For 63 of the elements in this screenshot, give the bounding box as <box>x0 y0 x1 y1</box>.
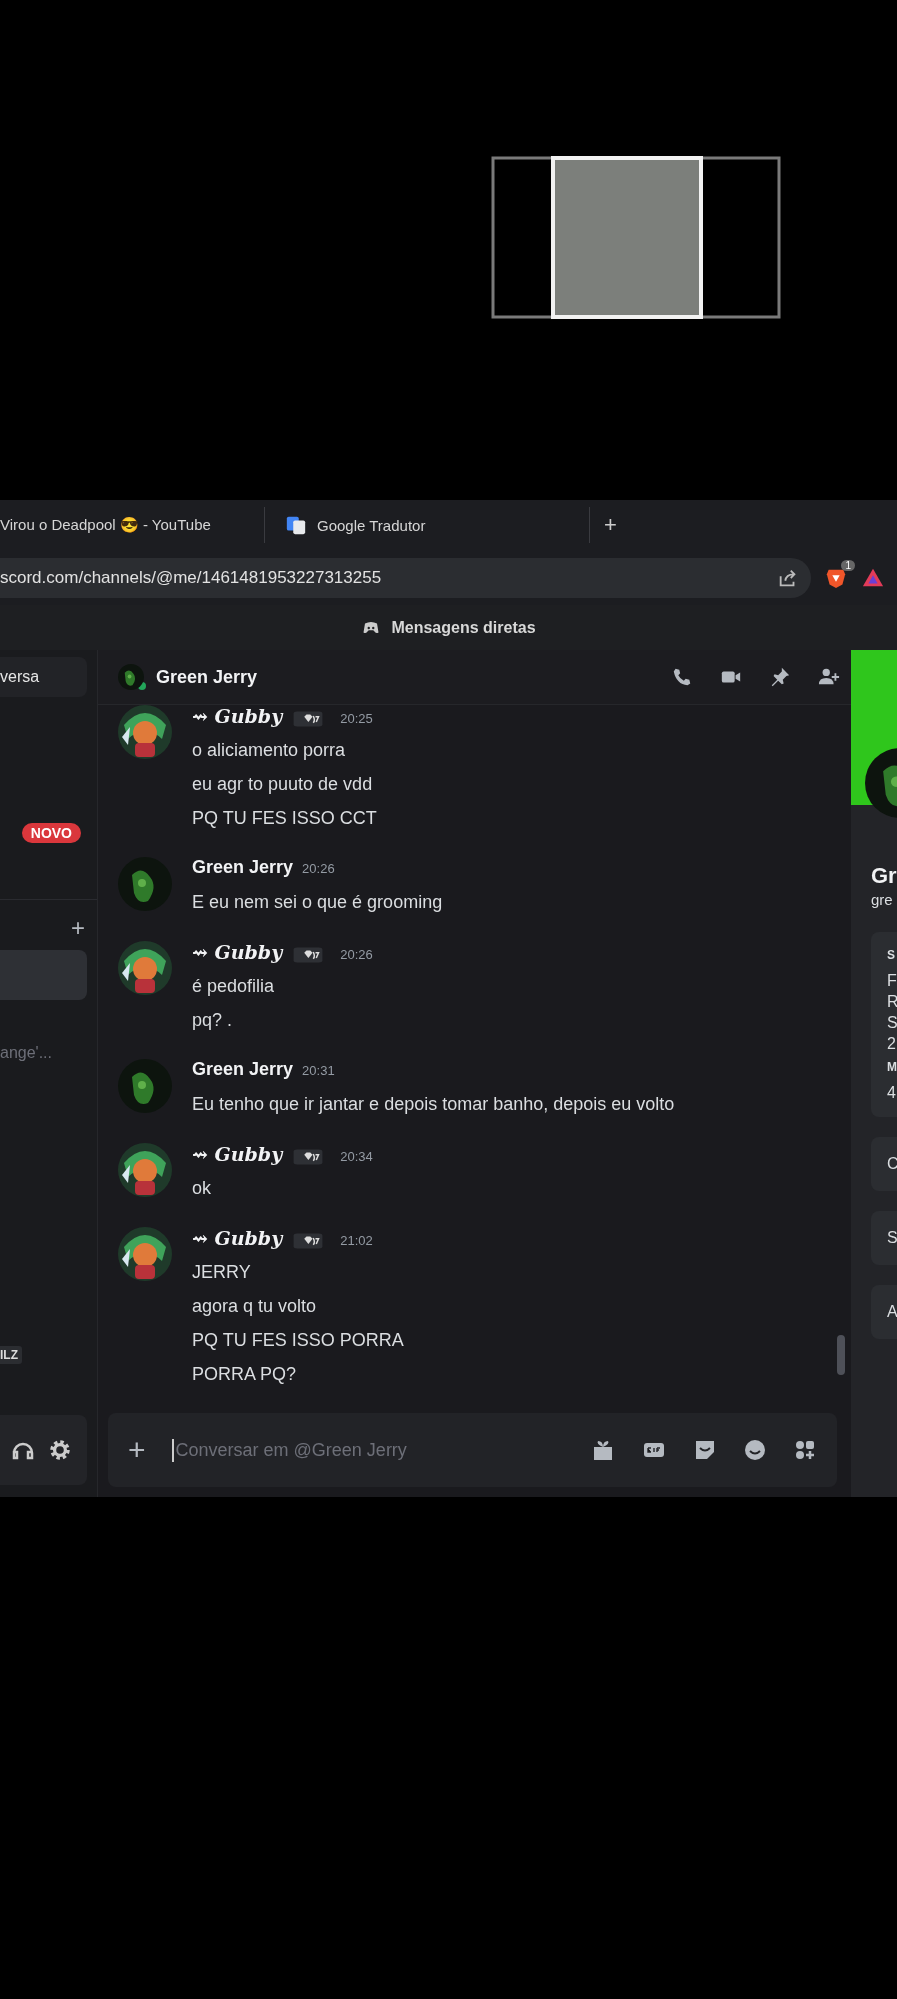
browser-tab[interactable]: Virou o Deadpool 😎 - YouTube <box>0 507 265 543</box>
message-text: E eu nem sei o que é grooming <box>192 891 443 915</box>
author-name[interactable]: ⇝ Gubby <box>192 1227 283 1250</box>
add-button[interactable]: + <box>71 914 85 942</box>
card-heading: S <box>887 948 896 962</box>
online-status-icon[interactable] <box>138 682 146 691</box>
message-text: JERRY <box>192 1261 252 1285</box>
settings-icon[interactable] <box>47 1437 73 1463</box>
attach-button[interactable]: + <box>128 1433 146 1468</box>
dm-item[interactable]: ange'... <box>0 1024 87 1074</box>
message-text: agora q tu volto <box>192 1295 318 1319</box>
message-text: Eu tenho que ir jantar e depois tomar banho, depois eu volto <box>192 1093 675 1117</box>
card-text: 4 <box>887 1083 897 1103</box>
message-text: é pedofilia <box>192 975 276 999</box>
message-text: PORRA PQ? <box>192 1363 298 1387</box>
author-name[interactable]: Green Jerry <box>192 857 294 879</box>
banner-title: Mensagens diretas <box>391 618 536 637</box>
card-text: F <box>887 971 897 991</box>
avatar[interactable] <box>118 664 144 691</box>
card-text: S <box>887 1013 897 1033</box>
browser-tab[interactable]: Google Tradutor <box>265 507 590 543</box>
profile-section[interactable]: S <box>871 1211 897 1265</box>
message-text: PQ TU FES ISSO CCT <box>192 807 377 831</box>
timestamp: 20:31 <box>302 1063 335 1079</box>
conversation-search-button[interactable]: versa <box>0 657 87 697</box>
emoji-icon[interactable] <box>743 1438 767 1463</box>
avatar[interactable] <box>118 941 172 996</box>
timestamp: 20:25 <box>340 711 373 727</box>
author-name[interactable]: ⇝ Gubby <box>192 705 283 728</box>
card-text: 2 <box>887 1034 897 1054</box>
author-name[interactable]: Green Jerry <box>192 1059 294 1081</box>
message-text: PQ TU FES ISSO PORRA <box>192 1329 404 1353</box>
timestamp: 20:34 <box>340 1149 373 1165</box>
gift-icon[interactable] <box>591 1438 615 1463</box>
channel-name: Green Jerry <box>156 666 259 688</box>
timestamp: 20:26 <box>302 861 335 877</box>
message-text: o aliciamento porra <box>192 739 347 763</box>
profile-username: gre <box>871 891 894 908</box>
author-name[interactable]: ⇝ Gubby <box>192 1143 283 1166</box>
avatar[interactable] <box>118 1059 172 1114</box>
server-tag: ILZ <box>0 1346 22 1364</box>
timestamp: 21:02 <box>340 1233 373 1249</box>
message-text: eu agr to puuto de vdd <box>192 773 374 797</box>
message-text: ok <box>192 1177 212 1201</box>
message-input[interactable]: Conversar em @Green Jerry <box>171 1438 591 1462</box>
message-text: pq? . <box>192 1009 234 1033</box>
author-name[interactable]: ⇝ Gubby <box>192 941 283 964</box>
profile-section[interactable]: A <box>871 1285 897 1339</box>
timestamp: 20:26 <box>340 947 373 963</box>
new-tab-button[interactable]: + <box>598 512 623 538</box>
address-bar[interactable]: scord.com/channels/@me/1461481953227313255 <box>0 557 811 598</box>
card-text: R <box>887 992 897 1012</box>
avatar[interactable] <box>118 857 172 912</box>
pin-icon[interactable] <box>769 666 791 689</box>
card-heading: M <box>887 1060 897 1074</box>
new-badge: NOVO <box>21 823 81 843</box>
avatar[interactable] <box>118 1227 172 1282</box>
profile-name: Gr <box>871 863 897 889</box>
scrollbar-thumb[interactable] <box>837 1335 845 1376</box>
notification-badge: 1 <box>841 559 855 571</box>
avatar[interactable] <box>118 705 172 760</box>
translate-icon[interactable] <box>285 514 307 536</box>
avatar[interactable] <box>118 1143 172 1198</box>
